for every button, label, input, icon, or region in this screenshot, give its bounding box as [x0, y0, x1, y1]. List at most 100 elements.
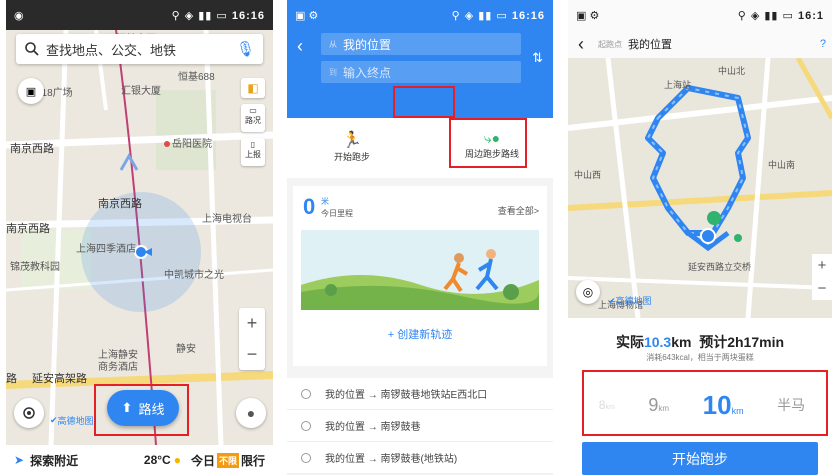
status-time: 16:16	[511, 9, 545, 22]
user-button[interactable]: ●	[236, 398, 266, 428]
map-label: 恒基688	[178, 72, 215, 83]
swap-icon[interactable]: ⇅	[532, 50, 543, 66]
message-icon[interactable]: ▣	[18, 78, 44, 104]
origin-value: 我的位置	[628, 39, 672, 51]
clock-icon	[301, 388, 311, 399]
search-icon	[25, 42, 39, 56]
history-item[interactable]: 我的位置 → 南锣鼓巷(地铁站)	[287, 442, 553, 474]
zoom-control: + −	[812, 254, 832, 300]
amap-logo-text: 高德地图	[615, 296, 652, 306]
start-run-option[interactable]: 🏃 开始跑步	[297, 130, 407, 163]
destination-tag: 到	[329, 67, 337, 77]
zoom-out-button[interactable]: −	[818, 280, 827, 297]
app-notification-icon: ◉	[14, 9, 24, 22]
explore-icon: ➤	[14, 453, 25, 467]
screen-run-route: ▣ ⚙ ⚲ ◈ ▮▮ ▭ 16:1 ‹ 起跑点 我的位置 ? 上海站 中山北 延…	[568, 0, 832, 475]
temperature: 28°C	[143, 453, 171, 467]
locate-icon: ◎	[582, 285, 594, 299]
map-label: 上海电视台	[202, 214, 252, 225]
map-view[interactable]: 恒基大厦 818广场 恒基688 汇银大厦 南京西路 岳阳医院 南京西路 南京西…	[6, 30, 273, 445]
map-label: 上海站	[664, 80, 692, 90]
map-label: 南京西路	[10, 143, 54, 155]
history-text: 我的位置 → 南锣鼓巷地铁站E西北口	[325, 390, 488, 401]
map-label: 延安高架路	[32, 373, 87, 385]
locate-icon	[23, 407, 35, 419]
report-button[interactable]: ▯ 上报	[241, 138, 265, 166]
map-label: 南京西路	[6, 223, 50, 235]
history-text: 我的位置 → 南锣鼓巷	[325, 422, 421, 433]
highlight-box	[582, 370, 828, 436]
map-label: 中山南	[768, 160, 796, 170]
microphone-icon[interactable]: 🎙	[236, 40, 255, 58]
map-label-text: 岳阳医院	[172, 139, 212, 150]
help-icon[interactable]: ?	[820, 38, 826, 50]
clock-icon	[301, 452, 311, 463]
back-icon[interactable]: ‹	[297, 36, 303, 57]
app-notification-icon: ▣ ⚙	[295, 9, 319, 22]
history-text: 我的位置 → 南锣鼓巷(地铁站)	[325, 454, 458, 465]
today-distance-value: 0	[303, 194, 316, 219]
report-label: 上报	[245, 150, 261, 159]
actual-value: 10.3	[643, 334, 672, 350]
today-distance-unit: 米	[321, 197, 329, 206]
runner-icon: 🏃	[342, 132, 362, 149]
status-bar: ▣ ⚙ ⚲ ◈ ▮▮ ▭ 16:1	[568, 0, 832, 30]
signal-icons: ⚲ ◈ ▮▮ ▭	[737, 9, 798, 22]
destination-field[interactable]: 到输入终点	[321, 61, 521, 83]
history-item[interactable]: 我的位置 → 南锣鼓巷	[287, 410, 553, 442]
map-label: 上海四季酒店	[76, 244, 136, 255]
map-label: 中山北	[718, 66, 746, 76]
road-condition-label: 路况	[245, 116, 261, 125]
history-item[interactable]: 我的位置 → 南锣鼓巷地铁站E西北口	[287, 378, 553, 410]
restriction-label-2: 限行	[240, 453, 265, 468]
status-bar: ▣ ⚙ ⚲ ◈ ▮▮ ▭ 16:16	[287, 0, 553, 30]
status-bar: ◉ ⚲ ◈ ▮▮ ▭ 16:16	[6, 0, 273, 30]
map-label: 中山西	[574, 170, 602, 180]
map-label: 延安西路立交桥	[688, 262, 752, 272]
actual-unit: km	[671, 334, 692, 350]
highlight-box	[393, 86, 455, 118]
start-run-button[interactable]: 开始跑步	[582, 442, 818, 475]
highlight-box	[449, 118, 527, 168]
zoom-in-button[interactable]: +	[247, 313, 258, 334]
bottom-bar: ➤ 探索附近 28°C ● 今日 不限 限行	[6, 445, 273, 475]
restriction-badge: 不限	[216, 452, 239, 468]
create-track-button[interactable]: + 创建新轨迹	[293, 326, 547, 342]
amap-logo: ✔高德地图	[50, 414, 94, 427]
map-view[interactable]: 上海站 中山北 延安西路立交桥 上海博物馆 中山南 中山西 ◎ ✔高德地图 + …	[568, 58, 832, 318]
locate-me-button[interactable]	[14, 398, 44, 428]
zoom-out-button[interactable]: −	[247, 344, 258, 365]
explore-nearby-link[interactable]: 探索附近	[30, 452, 78, 469]
today-distance-label: 今日里程	[321, 209, 353, 218]
map-label: 中凯城市之光	[164, 270, 224, 281]
road-condition-button[interactable]: ▭ 路况	[241, 104, 265, 132]
origin-tag: 从	[329, 39, 337, 49]
map-label: 汇银大厦	[121, 86, 161, 97]
map-label: 锦茂教科园	[10, 262, 60, 273]
app-notification-icon: ▣ ⚙	[576, 9, 600, 22]
estimate-text: 预计2h17min	[699, 334, 785, 350]
zoom-in-button[interactable]: +	[818, 257, 827, 274]
actual-prefix: 实际	[615, 334, 644, 350]
status-time: 16:1	[797, 9, 824, 22]
signal-icons: ⚲ ◈ ▮▮ ▭	[451, 9, 512, 22]
search-bar[interactable]: 查找地点、公交、地铁 🎙	[16, 34, 263, 64]
screen-route-walk: ▣ ⚙ ⚲ ◈ ▮▮ ▭ 16:16 ‹ 从我的位置 到输入终点 ⇅ 驾车 公交…	[287, 0, 553, 475]
report-icon: ▯	[250, 140, 256, 149]
amap-logo-text: 高德地图	[57, 416, 94, 426]
clock-icon	[301, 420, 311, 431]
map-label: 岳阳医院	[164, 135, 212, 150]
view-all-link[interactable]: 查看全部>	[498, 204, 539, 217]
destination-placeholder: 输入终点	[343, 65, 392, 80]
run-header: ‹ 起跑点 我的位置 ?	[568, 30, 832, 59]
map-label: 商务酒店	[98, 362, 138, 373]
distance-summary: 实际10.3km 预计2h17min	[568, 332, 832, 352]
locate-me-button[interactable]: ◎	[576, 280, 600, 304]
back-icon[interactable]: ‹	[578, 34, 584, 55]
screen-map-home: ◉ ⚲ ◈ ▮▮ ▭ 16:16 恒基大厦 818广场 恒基688 汇银大厦 南…	[6, 0, 273, 475]
origin-tag: 起跑点	[598, 39, 622, 49]
origin-field[interactable]: 从我的位置	[321, 33, 521, 55]
hospital-icon	[164, 141, 170, 148]
highlight-box	[94, 384, 189, 436]
layers-icon[interactable]: ◧	[241, 78, 265, 98]
